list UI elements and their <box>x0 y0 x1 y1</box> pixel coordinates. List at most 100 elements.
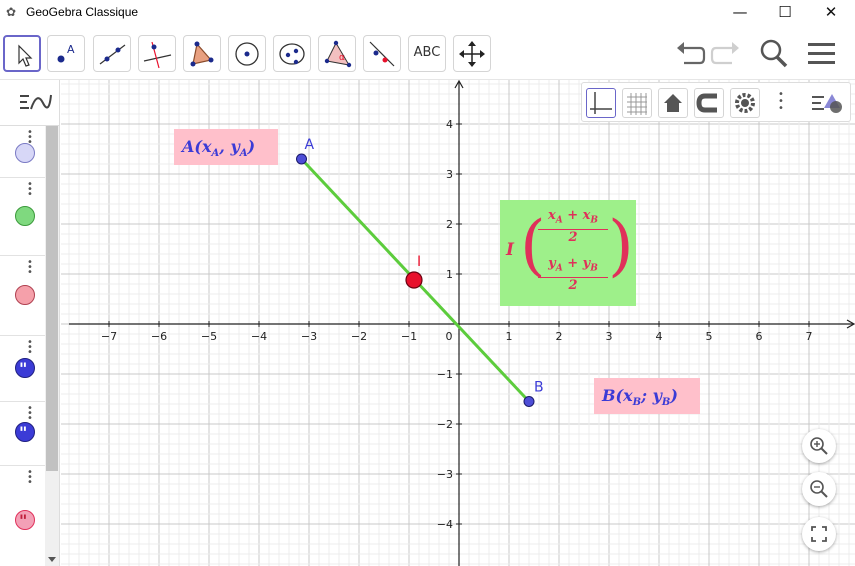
circle-icon <box>235 42 259 66</box>
text-visibility-icon[interactable]: " <box>15 422 35 442</box>
circle-tool-button[interactable] <box>228 35 266 72</box>
axes-toggle-button[interactable] <box>586 88 616 118</box>
undo-icon <box>677 42 706 65</box>
reflect-tool-button[interactable] <box>363 35 401 72</box>
line-tool-button[interactable] <box>93 35 131 72</box>
algebra-row-text-3[interactable]: • • • " <box>0 466 45 566</box>
x-tick-label: −7 <box>101 330 117 343</box>
point-I-label: I <box>417 254 421 270</box>
polygon-tool-button[interactable] <box>183 35 221 72</box>
text-visibility-icon[interactable]: " <box>15 358 35 378</box>
zoom-in-button[interactable] <box>802 429 836 463</box>
redo-button[interactable] <box>708 36 746 70</box>
algebra-row-text-1[interactable]: • • • " <box>0 336 45 402</box>
svg-text:": " <box>19 423 27 441</box>
row-menu-icon[interactable]: • • • <box>27 404 33 424</box>
geogebra-logo-icon: ✿ <box>6 5 17 19</box>
row-menu-icon[interactable]: • • • <box>27 258 33 278</box>
angle-tool-button[interactable]: α <box>318 35 356 72</box>
zoom-out-button[interactable] <box>802 472 836 506</box>
point-B[interactable] <box>523 396 535 407</box>
perpendicular-icon <box>143 41 172 69</box>
graphics-style-bar: • • • <box>581 82 851 122</box>
polygon-icon <box>190 41 214 67</box>
grid-icon <box>627 93 647 115</box>
text-label-A[interactable]: A(xA, yA) <box>174 129 278 165</box>
move-arrows-icon <box>459 41 485 67</box>
line-icon <box>99 44 126 65</box>
y-tick-label: −4 <box>437 518 453 531</box>
quote-icon: " <box>19 423 27 442</box>
fraction-y: yA + yB 2 <box>536 256 610 294</box>
scrollbar-thumb[interactable] <box>46 126 58 471</box>
title-bar: ✿ GeoGebra Classique — ☐ ✕ <box>0 0 855 26</box>
redo-icon <box>710 42 739 65</box>
algebra-header <box>0 80 60 126</box>
graphics-settings-button[interactable] <box>730 88 760 118</box>
close-button[interactable]: ✕ <box>808 0 854 26</box>
point-I[interactable] <box>405 271 423 289</box>
magnet-icon <box>696 93 717 113</box>
y-tick-label: −1 <box>437 368 453 381</box>
y-tick-label: −3 <box>437 468 453 481</box>
point-tool-button[interactable]: A <box>47 35 85 72</box>
svg-text:": " <box>19 359 27 377</box>
y-tick-label: 3 <box>446 168 453 181</box>
point-capturing-button[interactable] <box>694 88 724 118</box>
midpoint-name: I <box>506 240 514 260</box>
scroll-down-icon[interactable] <box>47 556 57 564</box>
fullscreen-button[interactable] <box>802 517 836 551</box>
row-menu-icon[interactable]: • • • <box>27 468 33 488</box>
text-label-midpoint-I[interactable]: I ( ) xA + xB 2 yA + yB 2 <box>500 200 636 306</box>
x-tick-label: 5 <box>706 330 713 343</box>
x-tick-label: 0 <box>446 330 453 343</box>
angle-icon: α <box>324 40 352 68</box>
row-menu-icon[interactable]: • • • <box>27 180 33 200</box>
right-paren: ) <box>608 207 634 284</box>
main-menu-button[interactable] <box>803 36 841 70</box>
point-B-label: B <box>534 380 544 396</box>
minimize-button[interactable]: — <box>717 0 763 26</box>
ellipse-icon <box>279 43 305 65</box>
move-graphics-tool-button[interactable] <box>453 35 491 72</box>
maximize-button[interactable]: ☐ <box>762 0 808 26</box>
y-tick-label: 2 <box>446 218 453 231</box>
text-tool-button[interactable]: ABC <box>408 35 446 72</box>
x-tick-label: 4 <box>656 330 663 343</box>
zoom-out-icon <box>810 480 828 498</box>
x-tick-label: 2 <box>556 330 563 343</box>
x-tick-label: 7 <box>806 330 813 343</box>
text-label-B[interactable]: B(xB; yB) <box>594 378 700 414</box>
standard-view-button[interactable] <box>658 88 688 118</box>
row-menu-icon[interactable]: • • • <box>27 338 33 358</box>
graphics-view[interactable]: −7 −6 −5 −4 −3 −2 −1 0 1 2 3 4 5 6 7 4 3 2 1 −1 −2 −3 −4 A B I A(… <box>61 80 855 566</box>
grid-toggle-button[interactable] <box>622 88 652 118</box>
style-bar-toggle-icon <box>812 94 842 113</box>
visibility-toggle-icon[interactable] <box>15 285 35 305</box>
slider-visibility-icon[interactable] <box>15 143 35 163</box>
point-A[interactable] <box>296 153 307 165</box>
style-bar-toggle-button[interactable] <box>810 88 846 118</box>
move-tool-button[interactable] <box>3 35 41 72</box>
reflect-icon <box>369 41 395 67</box>
algebra-row-slider[interactable]: • • • <box>0 126 45 178</box>
undo-button[interactable] <box>670 36 708 70</box>
svg-text:": " <box>19 511 27 529</box>
algebra-style-icon[interactable] <box>17 89 53 117</box>
y-tick-label: 1 <box>446 268 453 281</box>
more-icon[interactable]: • • • <box>778 90 784 114</box>
search-icon <box>760 39 788 68</box>
perpendicular-tool-button[interactable] <box>138 35 176 72</box>
algebra-row-text-2[interactable]: • • • " <box>0 402 45 466</box>
x-tick-label: −4 <box>251 330 267 343</box>
x-tick-label: 6 <box>756 330 763 343</box>
algebra-row-point-red[interactable]: • • • <box>0 256 45 336</box>
visibility-toggle-icon[interactable] <box>15 206 35 226</box>
axes-icon <box>590 92 612 114</box>
algebra-scrollbar[interactable] <box>45 126 59 566</box>
ellipse-tool-button[interactable] <box>273 35 311 72</box>
x-tick-label: −5 <box>201 330 217 343</box>
text-visibility-icon[interactable]: " <box>15 510 35 530</box>
algebra-row-point-green[interactable]: • • • <box>0 178 45 256</box>
search-button[interactable] <box>755 36 793 70</box>
